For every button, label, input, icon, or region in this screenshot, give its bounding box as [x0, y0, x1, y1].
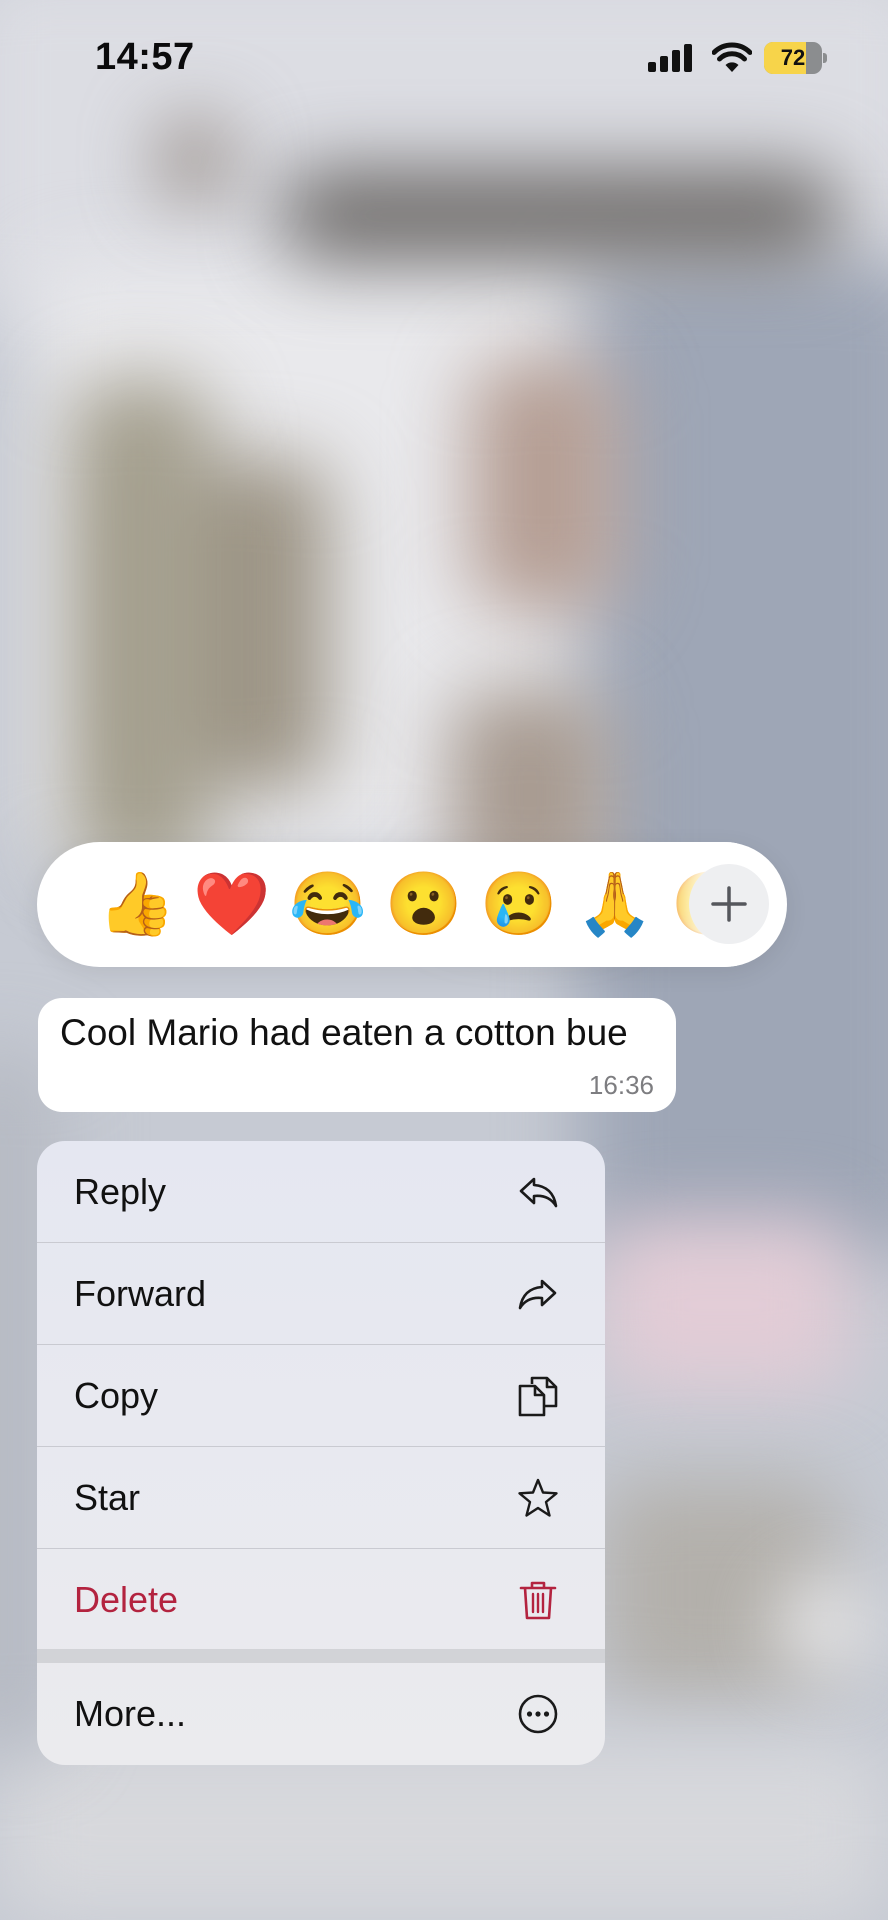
copy-icon	[518, 1376, 558, 1417]
menu-item-label: Forward	[74, 1273, 207, 1314]
reaction-praying-hands[interactable]: 🙏	[570, 842, 660, 967]
battery-level: 72	[780, 45, 806, 70]
message-bubble[interactable]: Cool Mario had eaten a cotton bue 16:36	[38, 998, 676, 1112]
status-bar: 14:57 72	[0, 0, 888, 120]
menu-item-label: More...	[74, 1693, 187, 1734]
message-text: Cool Mario had eaten a cotton bue	[60, 1012, 628, 1053]
message-timestamp: 16:36	[588, 1070, 654, 1100]
menu-item-label: Reply	[74, 1171, 167, 1212]
more-icon	[518, 1694, 558, 1734]
context-menu: Reply Forward Copy Star Delete More...	[37, 1141, 605, 1765]
more-reactions-button[interactable]	[689, 864, 769, 944]
reply-icon	[519, 1177, 558, 1208]
reaction-crying[interactable]: 😢	[474, 842, 564, 967]
plus-icon	[711, 886, 747, 922]
reaction-thumbs-up[interactable]: 👍	[92, 842, 182, 967]
wifi-icon	[712, 42, 752, 72]
reaction-surprised[interactable]: 😮	[379, 842, 469, 967]
menu-item-label: Copy	[74, 1375, 159, 1416]
menu-item-more[interactable]: More...	[37, 1663, 605, 1764]
menu-group-separator	[37, 1649, 605, 1663]
signal-icon	[648, 44, 694, 72]
reaction-laughing[interactable]: 😂	[283, 842, 373, 967]
menu-item-copy[interactable]: Copy	[37, 1345, 605, 1446]
menu-item-label: Star	[74, 1477, 141, 1518]
status-time: 14:57	[95, 36, 195, 78]
forward-icon	[518, 1279, 557, 1310]
menu-item-star[interactable]: Star	[37, 1447, 605, 1548]
menu-item-reply[interactable]: Reply	[37, 1141, 605, 1242]
battery-icon: 72	[764, 42, 828, 74]
reaction-heart[interactable]: ❤️	[187, 842, 277, 967]
menu-item-label: Delete	[74, 1579, 179, 1620]
menu-item-forward[interactable]: Forward	[37, 1243, 605, 1344]
reaction-bar: 👍 ❤️ 😂 😮 😢 🙏 😑	[37, 842, 787, 967]
menu-item-delete[interactable]: Delete	[37, 1549, 605, 1650]
trash-icon	[519, 1581, 557, 1620]
star-icon	[518, 1478, 558, 1517]
